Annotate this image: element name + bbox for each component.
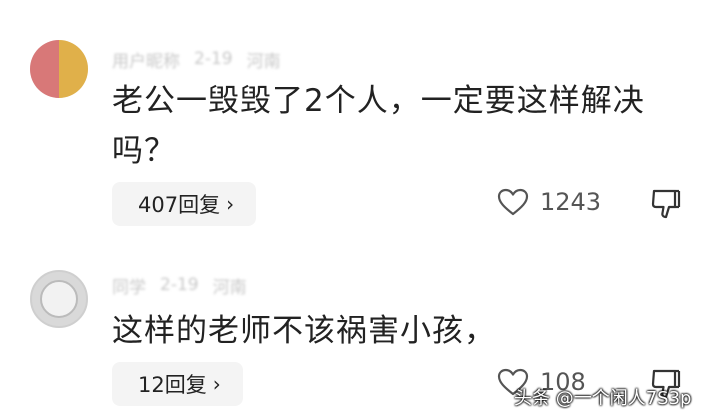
- thumbs-down-outline-icon[interactable]: [648, 186, 684, 222]
- comment-location: 河南: [246, 51, 281, 72]
- like-count: 1243: [540, 188, 602, 216]
- replies-label: 407回复: [138, 193, 221, 217]
- username[interactable]: 同学: [112, 273, 146, 298]
- comment-text: 这样的老师不该祸害小孩，: [112, 306, 672, 356]
- username[interactable]: 用户昵称: [112, 47, 180, 72]
- avatar-image-part: [59, 40, 88, 98]
- avatar-image-part: [30, 40, 59, 98]
- avatar[interactable]: [30, 40, 88, 98]
- comment-text: 老公一毁毁了2个人，一定要这样解决 吗？: [112, 76, 672, 176]
- comment-meta: 同学 2-19 河南: [112, 272, 247, 298]
- comment-text-line: 吗？: [112, 133, 176, 169]
- chevron-right-icon: ›: [226, 192, 235, 216]
- avatar-image-part: [40, 280, 78, 318]
- comment-text-line: 这样的老师不该祸害小孩，: [112, 313, 496, 349]
- heart-outline-icon: [497, 188, 529, 216]
- chevron-right-icon: ›: [212, 372, 221, 396]
- replies-button[interactable]: 407回复 ›: [112, 182, 257, 226]
- comment-item: 用户昵称 2-19 河南 老公一毁毁了2个人，一定要这样解决 吗？ 407回复 …: [0, 0, 703, 250]
- avatar[interactable]: [30, 270, 88, 328]
- comment-date: 2-19: [194, 49, 233, 69]
- comment-text-line: 老公一毁毁了2个人，一定要这样解决: [112, 83, 645, 119]
- replies-label: 12回复: [138, 373, 207, 397]
- comment-date: 2-19: [160, 275, 199, 295]
- like-button[interactable]: 1243: [496, 180, 601, 224]
- comment-meta: 用户昵称 2-19 河南: [112, 46, 281, 72]
- replies-button[interactable]: 12回复 ›: [112, 362, 243, 406]
- comment-location: 河南: [212, 277, 247, 298]
- source-watermark: 头条 @一个闲人7S3p: [514, 388, 692, 409]
